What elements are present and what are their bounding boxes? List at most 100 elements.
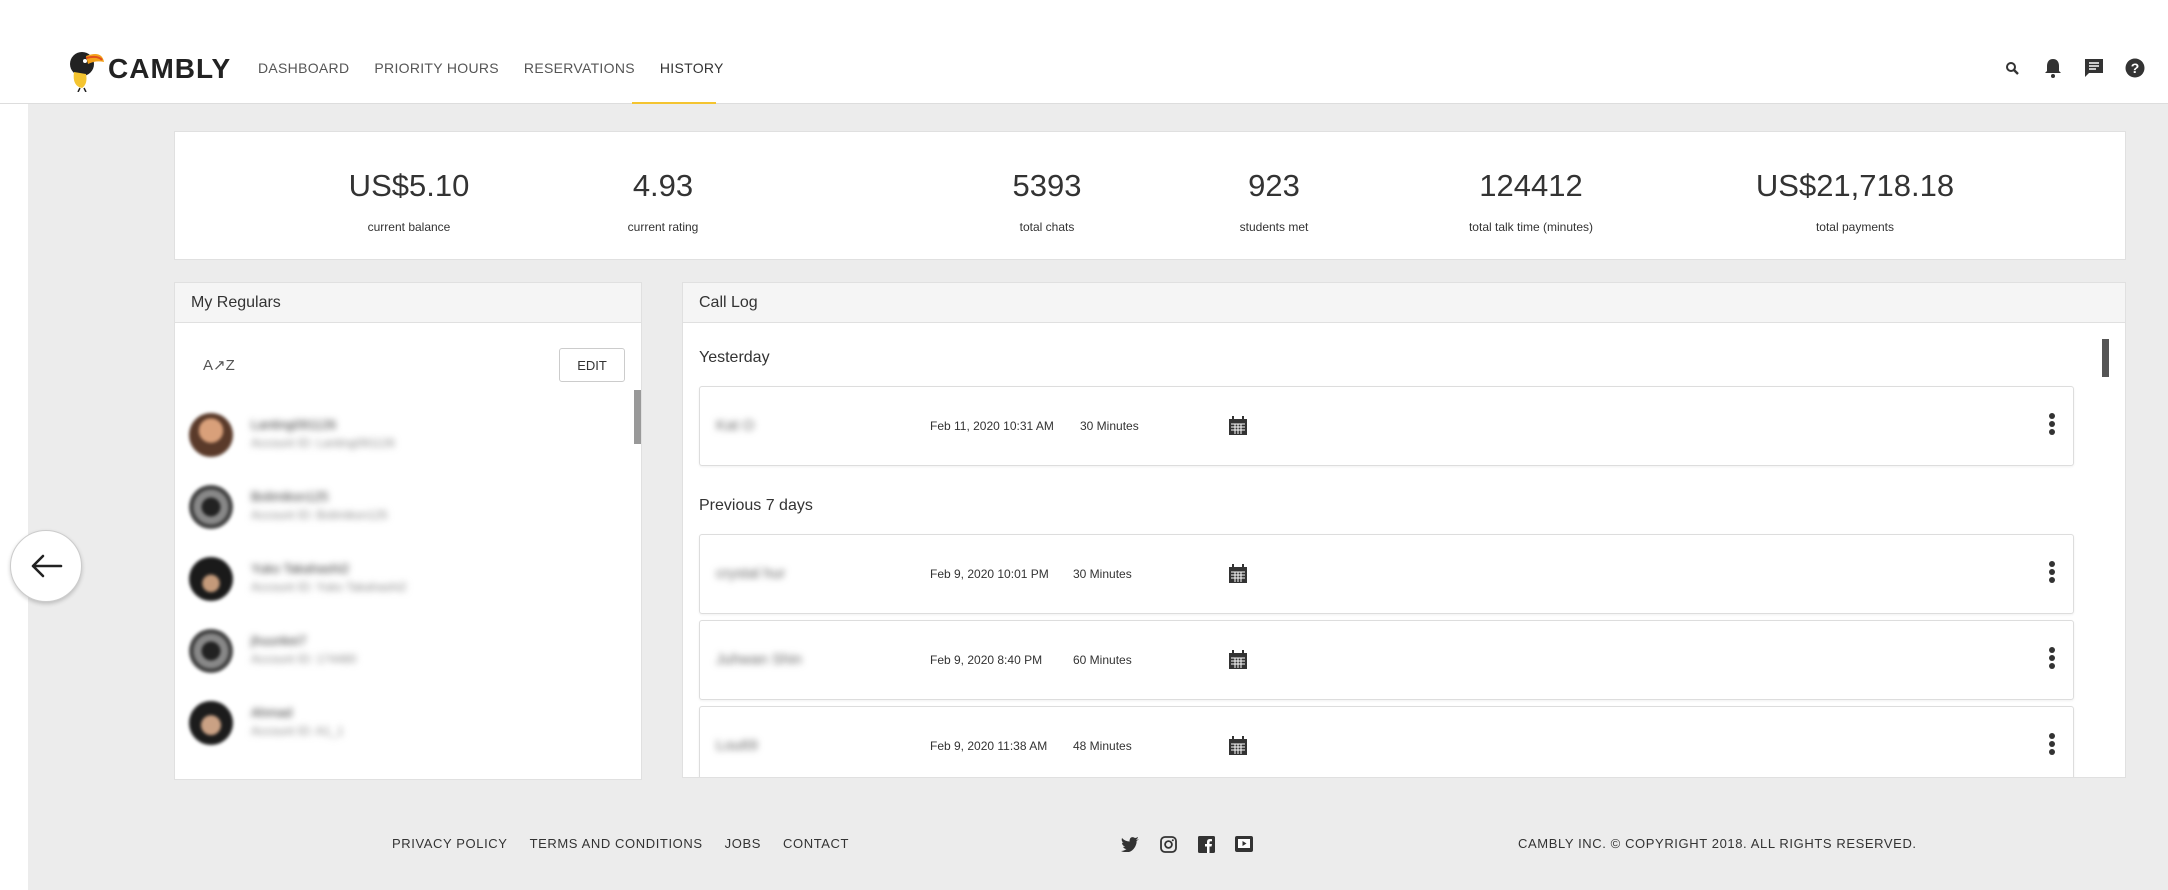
call-date: Feb 11, 2020 10:31 AM xyxy=(930,419,1054,433)
stat-label: students met xyxy=(1239,220,1309,234)
top-icons: ? xyxy=(2000,56,2164,80)
call-duration: 30 Minutes xyxy=(1080,419,1139,433)
calendar-icon[interactable] xyxy=(1228,416,1248,436)
footer-links: PRIVACY POLICY TERMS AND CONDITIONS JOBS… xyxy=(392,836,871,851)
stat-label: current balance xyxy=(367,220,451,234)
avatar xyxy=(189,557,233,601)
svg-text:?: ? xyxy=(2131,60,2140,76)
avatar xyxy=(189,485,233,529)
student-name: Kat O xyxy=(716,417,755,434)
list-item[interactable]: Yuko Takahashi2 Account ID: Yuko Takahas… xyxy=(189,547,629,619)
social-links xyxy=(1120,834,1272,854)
stat-value: 5393 xyxy=(1012,168,1082,203)
copyright-text: CAMBLY INC. © COPYRIGHT 2018. ALL RIGHTS… xyxy=(1518,836,1917,851)
top-nav-bar: CAMBLY DASHBOARD PRIORITY HOURS RESERVAT… xyxy=(0,0,2168,106)
stat-total-payments: US$21,718.18 total payments xyxy=(1756,168,1954,234)
help-icon[interactable]: ? xyxy=(2123,56,2147,80)
footer-link-terms[interactable]: TERMS AND CONDITIONS xyxy=(530,836,703,851)
call-duration: 48 Minutes xyxy=(1073,739,1132,753)
nav-reservations[interactable]: RESERVATIONS xyxy=(524,60,635,76)
regular-account-id: Account ID: 174480 xyxy=(251,652,357,666)
avatar xyxy=(189,701,233,745)
regular-name: Lanting091126 xyxy=(251,417,337,432)
regulars-scrollbar[interactable] xyxy=(634,390,641,444)
stat-total-chats: 5393 total chats xyxy=(1013,168,1082,234)
bell-icon[interactable] xyxy=(2041,56,2065,80)
page: CAMBLY DASHBOARD PRIORITY HOURS RESERVAT… xyxy=(0,0,2168,890)
edit-button[interactable]: EDIT xyxy=(559,348,625,382)
nav-priority-hours[interactable]: PRIORITY HOURS xyxy=(374,60,499,76)
list-item[interactable]: Bolimiksn125 Account ID: Bolimiksn125 xyxy=(189,475,629,547)
stat-label: current rating xyxy=(627,220,699,234)
calendar-icon[interactable] xyxy=(1228,736,1248,756)
regular-account-id: Account ID: Bolimiksn125 xyxy=(251,508,388,522)
toucan-logo-icon xyxy=(70,52,104,92)
call-duration: 60 Minutes xyxy=(1073,653,1132,667)
regulars-list: Lanting091126 Account ID: Lanting091126 … xyxy=(189,403,629,763)
stat-current-rating: 4.93 current rating xyxy=(628,168,699,234)
stat-current-balance: US$5.10 current balance xyxy=(349,168,470,234)
call-log-panel: Call Log Yesterday Kat O Feb 11, 2020 10… xyxy=(682,282,2126,778)
call-row[interactable]: crystal hur Feb 9, 2020 10:01 PM 30 Minu… xyxy=(699,534,2074,614)
stats-card: US$5.10 current balance 4.93 current rat… xyxy=(174,131,2126,260)
more-options-icon[interactable] xyxy=(2042,557,2062,587)
stat-value: 4.93 xyxy=(632,168,694,203)
footer-link-privacy-policy[interactable]: PRIVACY POLICY xyxy=(392,836,508,851)
stat-label: total talk time (minutes) xyxy=(1468,220,1594,234)
chat-icon[interactable] xyxy=(2082,56,2106,80)
regular-name: Ahmad xyxy=(251,705,293,720)
facebook-icon[interactable] xyxy=(1196,834,1216,854)
call-row[interactable]: Juhwan Shin Feb 9, 2020 8:40 PM 60 Minut… xyxy=(699,620,2074,700)
footer-link-contact[interactable]: CONTACT xyxy=(783,836,849,851)
stat-value: 124412 xyxy=(1479,168,1583,203)
call-duration: 30 Minutes xyxy=(1073,567,1132,581)
arrow-left-icon xyxy=(31,554,63,578)
list-item[interactable]: jhuunkei7 Account ID: 174480 xyxy=(189,619,629,691)
main-nav: DASHBOARD PRIORITY HOURS RESERVATIONS HI… xyxy=(258,60,749,76)
call-row[interactable]: Lou69 Feb 9, 2020 11:38 AM 48 Minutes xyxy=(699,706,2074,777)
call-date: Feb 9, 2020 8:40 PM xyxy=(930,653,1043,667)
stat-value: 923 xyxy=(1248,168,1300,203)
group-title-yesterday: Yesterday xyxy=(699,349,770,366)
more-options-icon[interactable] xyxy=(2042,729,2062,759)
stat-total-talk-time: 124412 total talk time (minutes) xyxy=(1469,168,1593,234)
youtube-icon[interactable] xyxy=(1234,834,1254,854)
call-date: Feb 9, 2020 11:38 AM xyxy=(930,739,1048,753)
brand-name: CAMBLY xyxy=(108,53,232,84)
cambly-logo[interactable]: CAMBLY xyxy=(62,46,231,92)
list-item[interactable]: Lanting091126 Account ID: Lanting091126 xyxy=(189,403,629,475)
twitter-icon[interactable] xyxy=(1120,834,1140,854)
stat-value: US$5.10 xyxy=(348,168,470,203)
panel-title: My Regulars xyxy=(175,283,641,323)
nav-dashboard[interactable]: DASHBOARD xyxy=(258,60,349,76)
regular-account-id: Account ID: Yuko Takahashi2 xyxy=(251,580,407,594)
more-options-icon[interactable] xyxy=(2042,643,2062,673)
call-log-list: Yesterday Kat O Feb 11, 2020 10:31 AM 30… xyxy=(683,323,2125,777)
nav-history[interactable]: HISTORY xyxy=(660,60,724,76)
calendar-icon[interactable] xyxy=(1228,564,1248,584)
regular-account-id: Account ID: A1_1 xyxy=(251,724,344,738)
stat-label: total chats xyxy=(1019,220,1075,234)
student-name: Juhwan Shin xyxy=(716,651,802,668)
footer-link-jobs[interactable]: JOBS xyxy=(725,836,761,851)
call-log-scrollbar[interactable] xyxy=(2102,339,2109,377)
stat-label: total payments xyxy=(1815,220,1895,234)
avatar xyxy=(189,629,233,673)
regular-name: Bolimiksn125 xyxy=(251,489,329,504)
calendar-icon[interactable] xyxy=(1228,650,1248,670)
back-button[interactable] xyxy=(10,530,82,602)
regular-name: jhuunkei7 xyxy=(251,633,307,648)
stat-value: US$21,718.18 xyxy=(1755,168,1955,203)
sort-az-icon[interactable]: A↗Z xyxy=(203,356,235,374)
instagram-icon[interactable] xyxy=(1158,834,1178,854)
list-item[interactable]: Ahmad Account ID: A1_1 xyxy=(189,691,629,763)
avatar xyxy=(189,413,233,457)
search-icon[interactable] xyxy=(2000,56,2024,80)
panel-title: Call Log xyxy=(683,283,2125,323)
regular-name: Yuko Takahashi2 xyxy=(251,561,350,576)
group-title-previous-7-days: Previous 7 days xyxy=(699,497,813,514)
call-row[interactable]: Kat O Feb 11, 2020 10:31 AM 30 Minutes xyxy=(699,386,2074,466)
call-date: Feb 9, 2020 10:01 PM xyxy=(930,567,1049,581)
my-regulars-panel: My Regulars A↗Z EDIT Lanting091126 Accou… xyxy=(174,282,642,780)
more-options-icon[interactable] xyxy=(2042,409,2062,439)
